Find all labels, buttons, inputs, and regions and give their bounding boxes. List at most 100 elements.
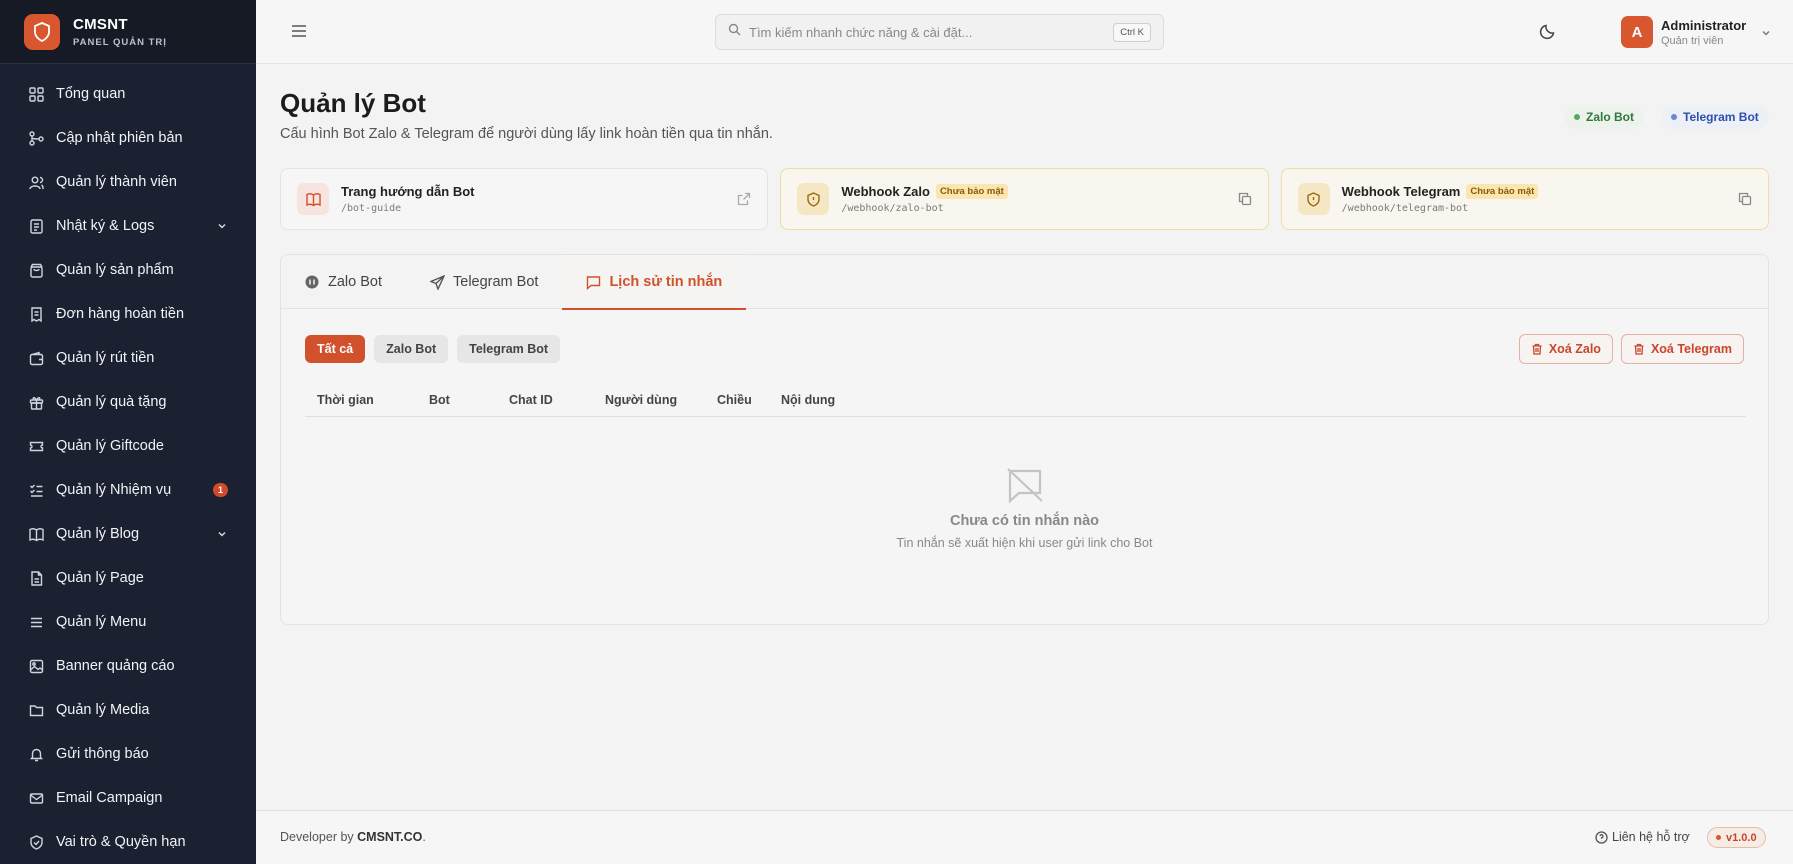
sidebar-item-blog[interactable]: Quản lý Blog [0,512,256,556]
column-header-direction[interactable]: Chiều [717,393,752,407]
sidebar-item-menu[interactable]: Quản lý Menu [0,600,256,644]
page-subtitle: Cấu hình Bot Zalo & Telegram để người dù… [280,126,773,142]
sidebar-nav: Tổng quan Cập nhật phiên bản Quản lý thà… [0,64,256,864]
sidebar-item-notifications[interactable]: Gửi thông báo [0,732,256,776]
trash-icon [1532,343,1542,355]
sidebar-item-roles[interactable]: Vai trò & Quyền hạn [0,820,256,864]
column-header-content[interactable]: Nội dung [781,393,835,407]
sidebar-item-label: Cập nhật phiên bản [56,130,183,146]
bot-guide-card[interactable]: Trang hướng dẫn Bot /bot-guide [280,168,769,230]
hamburger-menu-icon[interactable] [290,22,308,40]
footer-suffix: . [422,830,426,844]
empty-subtitle: Tin nhắn sẽ xuất hiện khi user gửi link … [896,536,1153,550]
copy-icon[interactable] [1238,192,1252,206]
sidebar-item-label: Quản lý Media [56,702,150,718]
pill-label: Zalo Bot [1586,110,1634,124]
moon-icon[interactable] [1539,22,1559,42]
sidebar-item-gifts[interactable]: Quản lý quà tặng [0,380,256,424]
version-label: v1.0.0 [1726,831,1757,844]
sidebar-item-label: Quản lý Menu [56,614,147,630]
column-header-bot[interactable]: Bot [429,393,450,407]
receipt-icon [28,306,44,322]
card-path: /webhook/telegram-bot [1341,203,1469,214]
user-menu[interactable]: A Administrator Quản trị viên [1621,16,1772,48]
search-box[interactable]: Ctrl K [715,14,1164,50]
sidebar-item-label: Email Campaign [56,790,163,806]
sidebar-item-members[interactable]: Quản lý thành viên [0,160,256,204]
zalo-icon [305,275,320,290]
tab-bar: Zalo Bot Telegram Bot Lịch sử tin nhắn [281,255,1768,310]
filter-zalo-button[interactable]: Zalo Bot [374,335,449,363]
bag-icon [28,262,44,278]
webhook-zalo-card[interactable]: Webhook Zalo Chưa bảo mật /webhook/zalo-b… [780,168,1269,230]
user-name: Administrator [1661,17,1747,33]
button-label: Xoá Telegram [1650,342,1732,356]
tab-label: Telegram Bot [453,274,539,290]
brand[interactable]: CMSNT PANEL QUẢN TRỊ [0,0,256,64]
sidebar-item-dashboard[interactable]: Tổng quan [0,72,256,116]
sidebar-item-logs[interactable]: Nhật ký & Logs [0,204,256,248]
column-header-chat-id[interactable]: Chat ID [509,393,553,407]
book-open-icon [297,183,329,215]
filter-all-button[interactable]: Tất cả [305,335,366,363]
external-link-icon[interactable] [737,192,751,206]
task-count-badge: 1 [212,483,228,497]
card-path: /bot-guide [341,203,402,214]
sidebar-item-label: Banner quảng cáo [56,658,175,674]
shield-alert-icon [1297,183,1330,215]
send-icon [430,274,445,290]
image-icon [28,658,44,674]
file-icon [28,570,44,586]
sidebar: CMSNT PANEL QUẢN TRỊ Tổng quan Cập nhật … [0,0,256,864]
sidebar-item-tasks[interactable]: Quản lý Nhiệm vụ 1 [0,468,256,512]
users-icon [28,174,44,190]
bell-icon [28,746,44,762]
shield-logo-icon [24,13,60,50]
telegram-bot-status-pill: Telegram Bot [1661,105,1769,129]
delete-telegram-button[interactable]: Xoá Telegram [1620,334,1744,364]
sidebar-item-banners[interactable]: Banner quảng cáo [0,644,256,688]
support-link[interactable]: Liên hệ hỗ trợ [1595,830,1690,844]
filter-telegram-button[interactable]: Telegram Bot [457,335,561,363]
bot-filter-group: Tất cả Zalo Bot Telegram Bot [305,335,561,363]
sidebar-item-email-campaign[interactable]: Email Campaign [0,776,256,820]
column-header-time[interactable]: Thời gian [317,393,374,407]
sidebar-item-withdraw[interactable]: Quản lý rút tiền [0,336,256,380]
sidebar-item-label: Quản lý Page [56,570,144,586]
unsecured-badge: Chưa bảo mật [1466,184,1539,199]
sidebar-item-update[interactable]: Cập nhật phiên bản [0,116,256,160]
brand-subtitle: PANEL QUẢN TRỊ [73,36,167,48]
card-title: Webhook Zalo [841,184,930,199]
sidebar-item-refund-orders[interactable]: Đơn hàng hoàn tiền [0,292,256,336]
ticket-icon [28,438,44,454]
tab-message-history[interactable]: Lịch sử tin nhắn [562,255,747,310]
sidebar-item-giftcode[interactable]: Quản lý Giftcode [0,424,256,468]
message-off-icon [1005,465,1045,505]
sidebar-item-media[interactable]: Quản lý Media [0,688,256,732]
empty-title: Chưa có tin nhắn nào [949,513,1100,529]
unsecured-badge: Chưa bảo mật [935,184,1008,199]
shield-check-icon [28,834,44,850]
sidebar-item-pages[interactable]: Quản lý Page [0,556,256,600]
sidebar-item-label: Nhật ký & Logs [56,218,155,234]
footer-company-link[interactable]: CMSNT.CO [357,830,422,844]
menu-icon [28,614,44,630]
status-dot [1716,835,1721,840]
wallet-icon [28,350,44,366]
copy-icon[interactable] [1738,192,1752,206]
delete-zalo-button[interactable]: Xoá Zalo [1518,334,1613,364]
footer-credit: Developer by CMSNT.CO. [280,830,426,844]
tab-label: Zalo Bot [328,274,382,290]
webhook-telegram-card[interactable]: Webhook Telegram Chưa bảo mật /webhook/te… [1280,168,1769,230]
tab-telegram-bot[interactable]: Telegram Bot [406,255,562,309]
column-header-user[interactable]: Người dùng [605,393,677,407]
button-label: Xoá Zalo [1548,342,1601,356]
dashboard-icon [28,86,44,102]
sidebar-item-label: Quản lý sản phẩm [56,262,174,278]
tab-zalo-bot[interactable]: Zalo Bot [281,255,406,309]
sidebar-item-label: Quản lý Blog [56,526,140,542]
help-circle-icon [1595,830,1608,844]
search-input[interactable] [749,24,1114,40]
version-badge: v1.0.0 [1707,827,1766,848]
sidebar-item-products[interactable]: Quản lý sản phẩm [0,248,256,292]
